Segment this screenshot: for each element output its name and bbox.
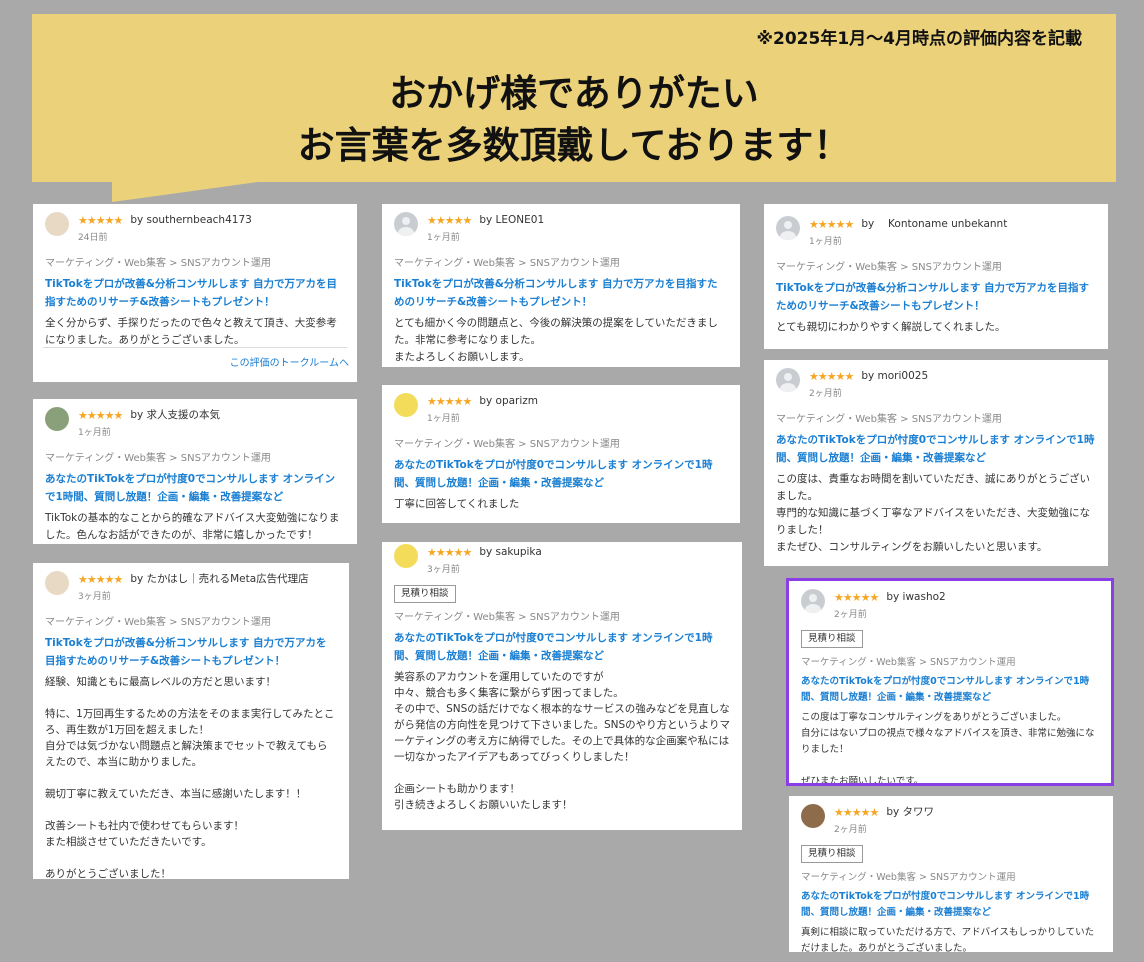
quote-consultation-badge: 見積り相談 <box>801 845 863 863</box>
review-card: ★★★★★ by たかはし｜売れるMeta広告代理店 3ヶ月前 マーケティング・We… <box>33 563 349 879</box>
service-category: マーケティング・Web集客 > SNSアカウント運用 <box>45 258 271 269</box>
avatar <box>801 804 825 828</box>
reviewer-name: by iwasho2 <box>886 591 946 603</box>
avatar <box>394 544 418 568</box>
review-date: 1ヶ月前 <box>809 237 842 247</box>
review-text: 経験、知識ともに最高レベルの方だと思います！ 特に、1万回再生するための方法をそ… <box>45 676 335 879</box>
reviewer-name: by mori0025 <box>861 370 929 382</box>
review-date: 1ヶ月前 <box>78 428 111 438</box>
service-title-link[interactable]: あなたのTikTokをプロが忖度0でコンサルします オンラインで1時間、質問し放… <box>394 629 730 665</box>
review-card: ★★★★★ by mori0025 2ヶ月前 マーケティング・Web集客 > SNS… <box>764 360 1108 566</box>
headline-line-2: お言葉を多数頂戴しております！ <box>297 124 851 167</box>
period-note: ※2025年1月〜4月時点の評価内容を記載 <box>756 29 1083 49</box>
service-category: マーケティング・Web集客 > SNSアカウント運用 <box>776 414 1002 425</box>
review-date: 3ヶ月前 <box>78 592 111 602</box>
rating-stars: ★★★★★ <box>78 573 123 586</box>
avatar <box>45 407 69 431</box>
service-title-link[interactable]: TikTokをプロが改善&分析コンサルします 自力で万アカを目指すためのリサーチ… <box>776 279 1096 315</box>
review-text: この度は、貴重なお時間を割いていただき、誠にありがとうございました。 専門的な知… <box>776 473 1090 553</box>
review-date: 2ヶ月前 <box>834 825 867 835</box>
service-category: マーケティング・Web集客 > SNSアカウント運用 <box>801 872 1016 883</box>
review-date: 24日前 <box>78 233 108 243</box>
review-card: ★★★★★ by タワワ 2ヶ月前 見積り相談 マーケティング・Web集客 > SN… <box>789 796 1113 952</box>
review-date: 1ヶ月前 <box>427 414 460 424</box>
reviewer-name: by 求人支援の本気 <box>130 409 221 421</box>
reviewer-name: by sakupika <box>479 546 542 558</box>
talkroom-link[interactable]: この評価のトークルームへ <box>230 355 349 372</box>
rating-stars: ★★★★★ <box>427 214 472 227</box>
service-title-link[interactable]: あなたのTikTokをプロが忖度0でコンサルします オンラインで1時間、質問し放… <box>45 470 345 506</box>
service-category: マーケティング・Web集客 > SNSアカウント運用 <box>394 439 620 450</box>
review-text: とても親切にわかりやすく解説してくれました。 <box>776 321 1006 333</box>
review-text: 全く分からず、手探りだったので色々と教えて頂き、大変参考になりました。ありがとう… <box>45 317 337 346</box>
banner-speech-tail <box>112 180 272 202</box>
reviewer-name: by たかはし｜売れるMeta広告代理店 <box>130 573 309 585</box>
review-text: この度は丁寧なコンサルティングをありがとうございました。 自分にはないプロの視点… <box>801 712 1095 786</box>
service-title-link[interactable]: あなたのTikTokをプロが忖度0でコンサルします オンラインで1時間、質問し放… <box>776 431 1096 467</box>
review-card: ★★★★★ by southernbeach4173 24日前 マーケティング・We… <box>33 204 357 382</box>
service-title-link[interactable]: TikTokをプロが改善&分析コンサルします 自力で万アカを目指すためのリサーチ… <box>45 275 345 311</box>
rating-stars: ★★★★★ <box>809 370 854 383</box>
rating-stars: ★★★★★ <box>834 806 879 819</box>
avatar <box>776 216 800 240</box>
reviewer-name: by oparizm <box>479 395 539 407</box>
avatar <box>45 571 69 595</box>
service-category: マーケティング・Web集客 > SNSアカウント運用 <box>45 453 271 464</box>
reviewer-name: by southernbeach4173 <box>130 214 252 226</box>
rating-stars: ★★★★★ <box>809 218 854 231</box>
reviewer-name: by Kontoname unbekannt <box>861 218 1008 230</box>
service-category: マーケティング・Web集客 > SNSアカウント運用 <box>394 258 620 269</box>
service-category: マーケティング・Web集客 > SNSアカウント運用 <box>801 657 1016 668</box>
review-card: ★★★★★ by oparizm 1ヶ月前 マーケティング・Web集客 > SNSア… <box>382 385 740 523</box>
review-card: ★★★★★ by Kontoname unbekannt 1ヶ月前 マーケティング・… <box>764 204 1108 349</box>
service-title-link[interactable]: あなたのTikTokをプロが忖度0でコンサルします オンラインで1時間、質問し放… <box>394 456 728 492</box>
avatar <box>801 589 825 613</box>
reviewer-name: by タワワ <box>886 806 935 818</box>
service-title-link[interactable]: あなたのTikTokをプロが忖度0でコンサルします オンラインで1時間、質問し放… <box>801 889 1101 921</box>
rating-stars: ★★★★★ <box>78 409 123 422</box>
review-text: 丁寧に回答してくれました <box>394 498 520 510</box>
quote-consultation-badge: 見積り相談 <box>394 585 456 603</box>
headline-line-1: おかげ様でありがたい <box>389 72 759 115</box>
rating-stars: ★★★★★ <box>427 546 472 559</box>
avatar <box>394 393 418 417</box>
reviewer-name: by LEONE01 <box>479 214 545 226</box>
review-date: 2ヶ月前 <box>809 389 842 399</box>
review-date: 3ヶ月前 <box>427 565 460 575</box>
header-banner: ※2025年1月〜4月時点の評価内容を記載 おかげ様でありがたい お言葉を多数頂… <box>32 14 1116 182</box>
service-title-link[interactable]: あなたのTikTokをプロが忖度0でコンサルします オンラインで1時間、質問し放… <box>801 674 1099 706</box>
avatar <box>394 212 418 236</box>
review-date: 2ヶ月前 <box>834 610 867 620</box>
service-category: マーケティング・Web集客 > SNSアカウント運用 <box>776 262 1002 273</box>
review-text: 真剣に相談に取っていただける方で、アドバイスもしっかりしていただけました。ありが… <box>801 927 1095 952</box>
divider <box>43 347 347 348</box>
service-title-link[interactable]: TikTokをプロが改善&分析コンサルします 自力で万アカを目指すためのリサーチ… <box>45 634 337 670</box>
review-text: とても細かく今の問題点と、今後の解決策の提案をしていただきました。非常に参考にな… <box>394 317 718 363</box>
avatar <box>776 368 800 392</box>
review-card-highlighted: ★★★★★ by iwasho2 2ヶ月前 見積り相談 マーケティング・Web集客 … <box>786 578 1114 786</box>
service-category: マーケティング・Web集客 > SNSアカウント運用 <box>394 612 620 623</box>
avatar <box>45 212 69 236</box>
review-text: 美容系のアカウントを運用していたのですが 中々、競合も多く集客に繋がらず困ってま… <box>394 671 730 811</box>
rating-stars: ★★★★★ <box>78 214 123 227</box>
review-text: TikTokの基本的なことから的確なアドバイス大変勉強になりました。色んなお話が… <box>45 512 340 541</box>
service-title-link[interactable]: TikTokをプロが改善&分析コンサルします 自力で万アカを目指すためのリサーチ… <box>394 275 728 311</box>
rating-stars: ★★★★★ <box>427 395 472 408</box>
quote-consultation-badge: 見積り相談 <box>801 630 863 648</box>
headline: おかげ様でありがたい お言葉を多数頂戴しております！ <box>32 68 1116 172</box>
review-card: ★★★★★ by 求人支援の本気 1ヶ月前 マーケティング・Web集客 > SNSア… <box>33 399 357 544</box>
service-category: マーケティング・Web集客 > SNSアカウント運用 <box>45 617 271 628</box>
rating-stars: ★★★★★ <box>834 591 879 604</box>
review-card: ★★★★★ by sakupika 3ヶ月前 見積り相談 マーケティング・Web集客… <box>382 542 742 830</box>
review-date: 1ヶ月前 <box>427 233 460 243</box>
review-card: ★★★★★ by LEONE01 1ヶ月前 マーケティング・Web集客 > SNSア… <box>382 204 740 367</box>
